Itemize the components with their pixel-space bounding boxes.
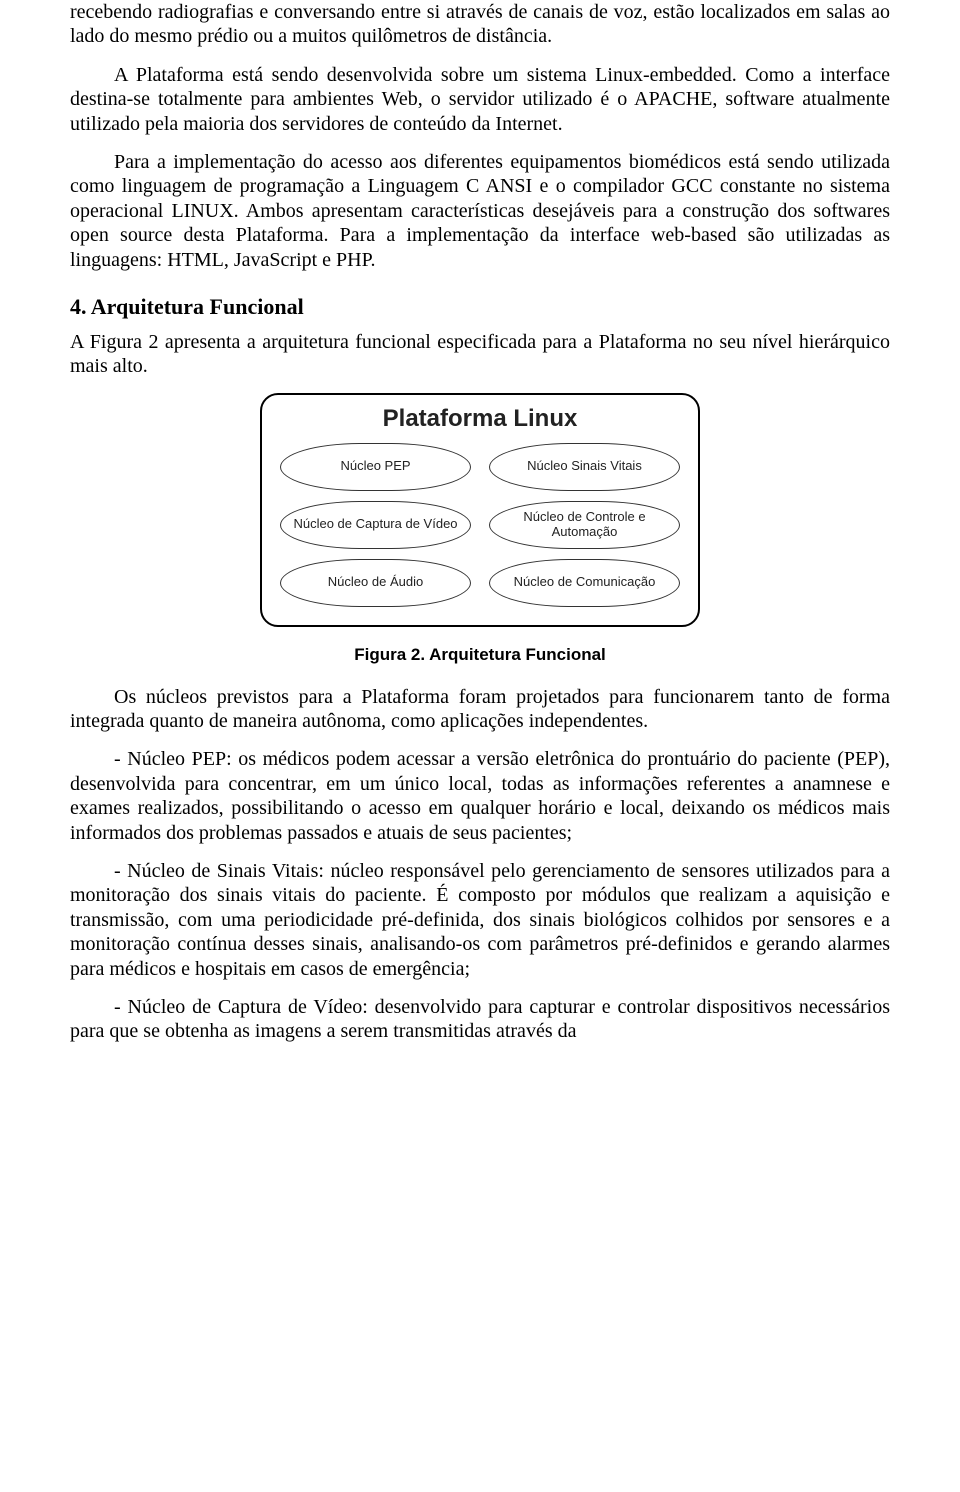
paragraph-figure-intro: A Figura 2 apresenta a arquitetura funci… bbox=[70, 330, 890, 379]
figure-node-controle-automacao: Núcleo de Controle e Automação bbox=[489, 501, 680, 549]
paragraph-nucleo-pep: - Núcleo PEP: os médicos podem acessar a… bbox=[70, 747, 890, 845]
paragraph-intro-continued: recebendo radiografias e conversando ent… bbox=[70, 0, 890, 49]
figure-node-pep: Núcleo PEP bbox=[280, 443, 471, 491]
figure-container: Plataforma Linux Núcleo PEP Núcleo Sinai… bbox=[70, 393, 890, 627]
figure-node-comunicacao: Núcleo de Comunicação bbox=[489, 559, 680, 607]
paragraph-implementation: Para a implementação do acesso aos difer… bbox=[70, 150, 890, 272]
figure-node-sinais-vitais: Núcleo Sinais Vitais bbox=[489, 443, 680, 491]
figure-node-captura-video: Núcleo de Captura de Vídeo bbox=[280, 501, 471, 549]
paragraph-platform: A Plataforma está sendo desenvolvida sob… bbox=[70, 63, 890, 136]
paragraph-nucleo-captura-video: - Núcleo de Captura de Vídeo: desenvolvi… bbox=[70, 995, 890, 1044]
figure-row-1: Núcleo PEP Núcleo Sinais Vitais bbox=[280, 443, 680, 491]
figure-node-audio: Núcleo de Áudio bbox=[280, 559, 471, 607]
figure-title: Plataforma Linux bbox=[280, 405, 680, 433]
figure-row-2: Núcleo de Captura de Vídeo Núcleo de Con… bbox=[280, 501, 680, 549]
figure-caption: Figura 2. Arquitetura Funcional bbox=[70, 645, 890, 665]
paragraph-nucleo-sinais-vitais: - Núcleo de Sinais Vitais: núcleo respon… bbox=[70, 859, 890, 981]
document-page: recebendo radiografias e conversando ent… bbox=[0, 0, 960, 1098]
figure-box: Plataforma Linux Núcleo PEP Núcleo Sinai… bbox=[260, 393, 700, 627]
section-heading-architecture: 4. Arquitetura Funcional bbox=[70, 294, 890, 320]
figure-row-3: Núcleo de Áudio Núcleo de Comunicação bbox=[280, 559, 680, 607]
paragraph-nuclei-intro: Os núcleos previstos para a Plataforma f… bbox=[70, 685, 890, 734]
